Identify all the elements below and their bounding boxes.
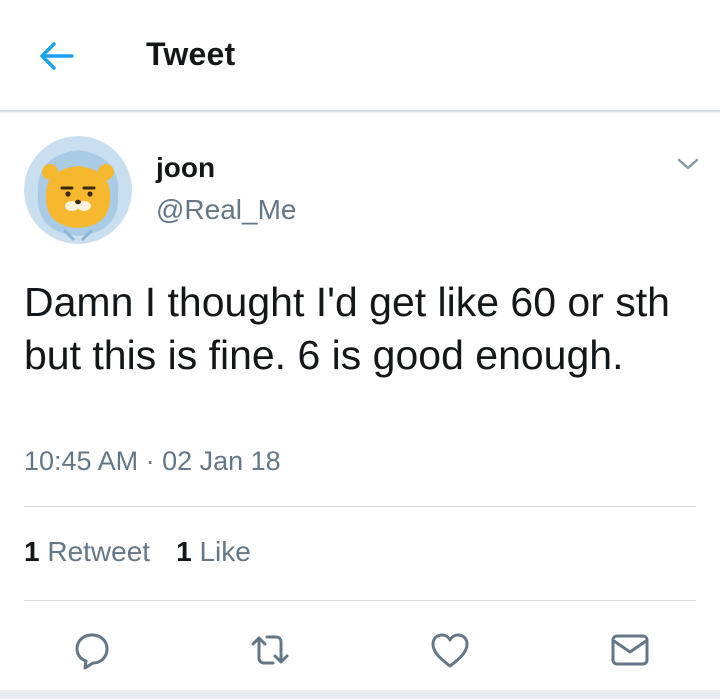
tweet-timestamp: 10:45 AM · 02 Jan 18: [24, 446, 281, 476]
tweet-menu-button[interactable]: [672, 150, 704, 178]
divider: [24, 600, 696, 601]
top-app-bar: Tweet: [0, 0, 720, 112]
heart-icon: [431, 633, 469, 668]
author-name[interactable]: joon: [156, 152, 215, 184]
author-handle[interactable]: @Real_Me: [156, 194, 296, 226]
tweet-stats: 1 Retweet 1 Like: [24, 536, 251, 568]
back-button[interactable]: [36, 38, 76, 74]
avatar-image: [24, 136, 132, 244]
chevron-down-icon: [677, 158, 699, 170]
like-stat[interactable]: 1 Like: [176, 536, 251, 568]
divider: [24, 506, 696, 507]
page-title: Tweet: [146, 36, 236, 72]
arrow-left-icon: [40, 42, 74, 70]
avatar[interactable]: [24, 136, 132, 244]
like-count: 1: [176, 536, 192, 567]
retweet-count: 1: [24, 536, 40, 567]
bottom-edge: [0, 690, 720, 699]
tweet-text: Damn I thought I'd get like 60 or sth bu…: [24, 279, 670, 378]
reply-button[interactable]: [70, 628, 114, 672]
envelope-icon: [611, 634, 649, 666]
retweet-stat[interactable]: 1 Retweet: [24, 536, 150, 568]
tweet-actions: [0, 618, 720, 678]
retweet-button[interactable]: [248, 628, 292, 672]
reply-icon: [75, 633, 109, 670]
like-button[interactable]: [428, 628, 472, 672]
retweet-label: Retweet: [47, 536, 151, 567]
like-label: Like: [199, 536, 251, 567]
retweet-icon: [251, 635, 289, 665]
direct-message-button[interactable]: [608, 628, 652, 672]
